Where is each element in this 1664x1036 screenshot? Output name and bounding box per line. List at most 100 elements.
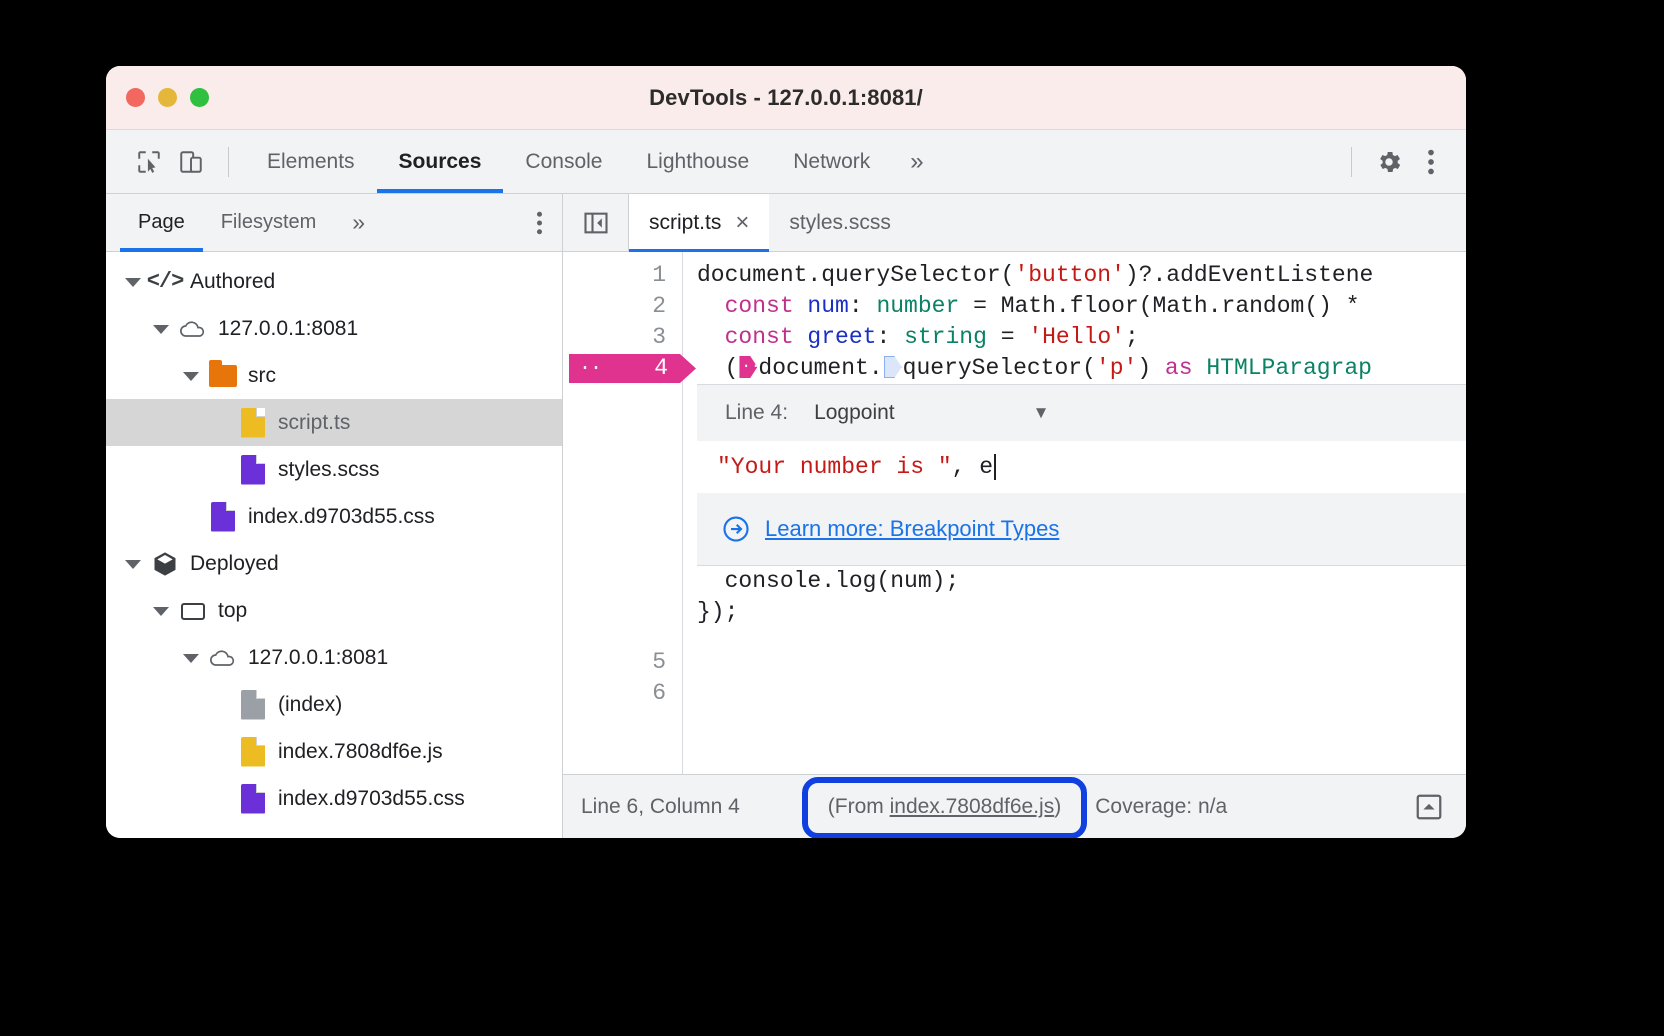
- line-number[interactable]: 5: [563, 647, 682, 678]
- line-number-breakpoint[interactable]: ·· 4: [563, 353, 682, 384]
- expand-triangle-icon[interactable]: [122, 553, 144, 575]
- window-title: DevTools - 127.0.0.1:8081/: [106, 85, 1466, 111]
- line-number[interactable]: 6: [563, 678, 682, 709]
- expand-triangle-icon[interactable]: [122, 271, 144, 293]
- code-token: document.querySelector(: [697, 262, 1014, 288]
- cloud-icon: [178, 314, 208, 344]
- tab-console[interactable]: Console: [503, 130, 624, 193]
- text-cursor: [994, 454, 996, 480]
- editor-tab-script-ts[interactable]: script.ts ×: [629, 194, 769, 251]
- nav-tab-page[interactable]: Page: [120, 194, 203, 251]
- code-line-4[interactable]: (document.querySelector('p') as HTMLPara…: [683, 353, 1466, 384]
- inline-logpoint-marker-icon[interactable]: [739, 356, 757, 378]
- tree-item-label: 127.0.0.1:8081: [248, 647, 388, 668]
- devtools-toolbar: Elements Sources Console Lighthouse Netw…: [106, 130, 1466, 194]
- tree-item-styles-scss[interactable]: styles.scss: [106, 446, 562, 493]
- source-origin-link[interactable]: index.7808df6e.js: [890, 795, 1055, 818]
- arrow-circle-right-icon: [721, 514, 751, 544]
- tree-item-origin-authored[interactable]: 127.0.0.1:8081: [106, 305, 562, 352]
- code-icon: </>: [150, 267, 180, 297]
- tab-lighthouse[interactable]: Lighthouse: [624, 130, 771, 193]
- tree-item-script-ts[interactable]: script.ts: [106, 399, 562, 446]
- file-doc-icon: [238, 690, 268, 720]
- navigator-panel: Page Filesystem » </>: [106, 194, 563, 838]
- code-line-6[interactable]: });: [683, 597, 1466, 628]
- tab-network[interactable]: Network: [771, 130, 892, 193]
- code-token-type: HTMLParagrap: [1193, 355, 1372, 381]
- source-origin-suffix: ): [1054, 795, 1061, 818]
- nav-tab-filesystem[interactable]: Filesystem: [203, 194, 335, 251]
- line-number[interactable]: 3: [563, 322, 682, 353]
- code-token: =: [987, 324, 1028, 350]
- code-line-5[interactable]: console.log(num);: [683, 566, 1466, 597]
- tab-elements[interactable]: Elements: [245, 130, 377, 193]
- line-number-label: 4: [654, 353, 668, 384]
- breakpoint-type-label[interactable]: Logpoint: [814, 401, 895, 425]
- tree-item-index-document[interactable]: (index): [106, 681, 562, 728]
- tree-item-index-js[interactable]: index.7808df6e.js: [106, 728, 562, 775]
- tree-item-origin-deployed[interactable]: 127.0.0.1:8081: [106, 634, 562, 681]
- logpoint-expression-input[interactable]: "Your number is ", e: [697, 441, 1466, 493]
- file-css-icon: [208, 502, 238, 532]
- code-line-1[interactable]: document.querySelector('button')?.addEve…: [683, 260, 1466, 291]
- code-token: });: [697, 599, 738, 625]
- code-editor[interactable]: 1 2 3 ·· 4 5 6: [563, 252, 1466, 774]
- source-origin-badge[interactable]: (From index.7808df6e.js): [812, 787, 1077, 827]
- tree-item-label: 127.0.0.1:8081: [218, 318, 358, 339]
- tab-sources[interactable]: Sources: [377, 130, 504, 193]
- inline-breakpoint-candidate-icon[interactable]: [884, 356, 902, 378]
- code-token-string: 'button': [1014, 262, 1124, 288]
- tree-spacer: [210, 459, 232, 481]
- expand-triangle-icon[interactable]: [180, 647, 202, 669]
- breakpoint-editor-header: Line 4: Logpoint ▼: [697, 385, 1466, 441]
- cube-icon: [150, 549, 180, 579]
- toolbar-divider-right: [1351, 147, 1352, 177]
- device-toolbar-icon[interactable]: [170, 141, 212, 183]
- code-lines[interactable]: document.querySelector('button')?.addEve…: [683, 252, 1466, 774]
- file-js-icon: [238, 408, 268, 438]
- cursor-position-label: Line 6, Column 4: [581, 795, 740, 819]
- file-js-icon: [238, 737, 268, 767]
- more-panels-chevron-icon[interactable]: »: [892, 130, 941, 193]
- line-number[interactable]: 2: [563, 291, 682, 322]
- code-token-type: string: [904, 324, 987, 350]
- line-number-gutter[interactable]: 1 2 3 ·· 4 5 6: [563, 252, 683, 774]
- editor-tab-label: script.ts: [649, 211, 721, 235]
- tree-item-index-css-authored[interactable]: index.d9703d55.css: [106, 493, 562, 540]
- tree-item-label: index.d9703d55.css: [248, 506, 435, 527]
- code-line-3[interactable]: const greet: string = 'Hello';: [683, 322, 1466, 353]
- file-css-icon: [238, 784, 268, 814]
- logpoint-marker[interactable]: ·· 4: [569, 354, 696, 383]
- tree-item-top-frame[interactable]: top: [106, 587, 562, 634]
- line-number[interactable]: 1: [563, 260, 682, 291]
- more-nav-tabs-chevron-icon[interactable]: »: [334, 194, 383, 251]
- chevron-down-icon[interactable]: ▼: [1033, 403, 1050, 423]
- expand-triangle-icon[interactable]: [150, 318, 172, 340]
- navigator-more-options-icon[interactable]: [516, 194, 562, 251]
- learn-more-breakpoint-types-link[interactable]: Learn more: Breakpoint Types: [765, 516, 1059, 542]
- gear-icon[interactable]: [1368, 141, 1410, 183]
- code-token: ;: [1125, 324, 1139, 350]
- code-token: querySelector(: [903, 355, 1096, 381]
- code-token: )?.addEventListene: [1125, 262, 1373, 288]
- editor-tab-styles-scss[interactable]: styles.scss: [769, 194, 911, 251]
- tree-item-src[interactable]: src: [106, 352, 562, 399]
- close-icon[interactable]: ×: [735, 211, 749, 235]
- tree-item-authored[interactable]: </> Authored: [106, 258, 562, 305]
- code-token: console.log(num);: [725, 568, 960, 594]
- kebab-menu-icon[interactable]: [1410, 141, 1452, 183]
- toolbar-divider: [228, 147, 229, 177]
- tree-item-label: src: [248, 365, 276, 386]
- inspect-cursor-icon[interactable]: [128, 141, 170, 183]
- tree-item-deployed[interactable]: Deployed: [106, 540, 562, 587]
- breakpoint-editor-popup[interactable]: Line 4: Logpoint ▼ "Your number is ", e: [697, 384, 1466, 566]
- expand-triangle-icon[interactable]: [150, 600, 172, 622]
- code-line-2[interactable]: const num: number = Math.floor(Math.rand…: [683, 291, 1466, 322]
- tree-item-label: index.7808df6e.js: [278, 741, 443, 762]
- show-navigator-icon[interactable]: [563, 194, 629, 251]
- tree-item-index-css-deployed[interactable]: index.d9703d55.css: [106, 775, 562, 822]
- frame-icon: [178, 596, 208, 626]
- editor-column: script.ts × styles.scss 1 2 3: [563, 194, 1466, 838]
- show-drawer-icon[interactable]: [1406, 784, 1452, 830]
- expand-triangle-icon[interactable]: [180, 365, 202, 387]
